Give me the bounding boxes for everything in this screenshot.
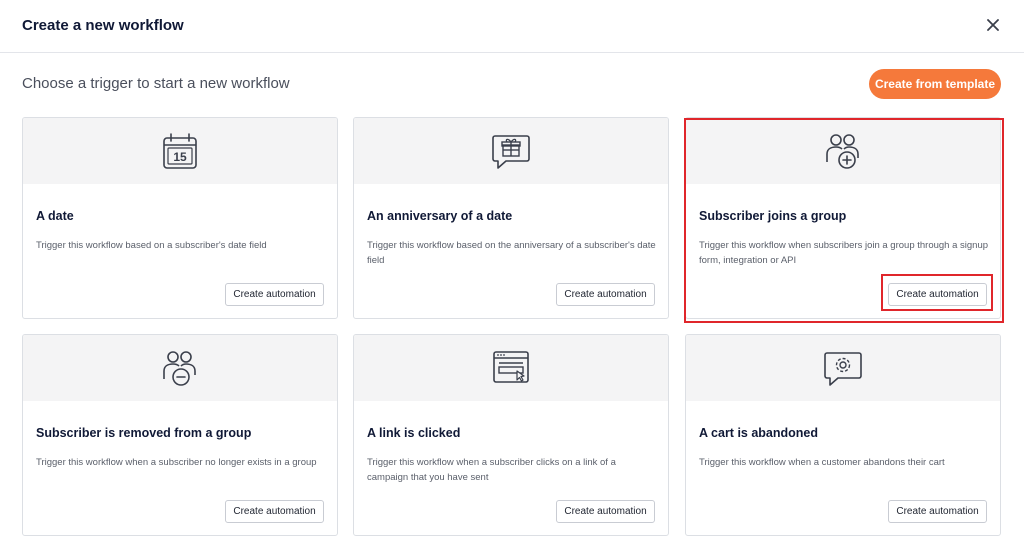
- card-title: A link is clicked: [367, 426, 461, 440]
- card-description: Trigger this workflow based on the anniv…: [367, 240, 656, 266]
- create-automation-button[interactable]: Create automation: [888, 283, 987, 306]
- users-remove-icon: [163, 351, 196, 386]
- card-icon-area: [686, 335, 1000, 401]
- card-description: Trigger this workflow when a subscriber …: [367, 457, 616, 483]
- page-subtitle: Choose a trigger to start a new workflow: [22, 75, 290, 92]
- card-icon-area: [354, 118, 668, 184]
- card-description: Trigger this workflow when a subscriber …: [36, 457, 317, 468]
- trigger-card-joins-group[interactable]: Subscriber joins a group Trigger this wo…: [685, 117, 1001, 319]
- card-title: Subscriber joins a group: [699, 209, 847, 223]
- card-description: Trigger this workflow when subscribers j…: [699, 240, 989, 266]
- create-automation-button[interactable]: Create automation: [888, 500, 987, 523]
- gift-message-icon: [492, 135, 530, 169]
- create-automation-button[interactable]: Create automation: [556, 500, 655, 523]
- create-automation-button[interactable]: Create automation: [225, 283, 324, 306]
- card-description: Trigger this workflow based on a subscri…: [36, 240, 267, 251]
- trigger-card-link-clicked[interactable]: A link is clicked Trigger this workflow …: [353, 334, 669, 536]
- card-title: A cart is abandoned: [699, 426, 819, 440]
- card-icon-area: [354, 335, 668, 401]
- card-title: Subscriber is removed from a group: [36, 426, 252, 440]
- gear-message-icon: [824, 352, 862, 386]
- trigger-card-date[interactable]: 15 A date Trigger this workflow based on…: [22, 117, 338, 319]
- card-icon-area: [23, 335, 337, 401]
- trigger-card-anniversary[interactable]: An anniversary of a date Trigger this wo…: [353, 117, 669, 319]
- card-title: An anniversary of a date: [367, 209, 513, 223]
- card-icon-area: 15: [23, 118, 337, 184]
- close-icon: [987, 19, 999, 31]
- create-automation-button[interactable]: Create automation: [556, 283, 655, 306]
- modal-header: Create a new workflow: [0, 0, 1024, 53]
- create-automation-button[interactable]: Create automation: [225, 500, 324, 523]
- modal-title: Create a new workflow: [22, 17, 184, 34]
- calendar-icon: 15: [163, 133, 197, 169]
- browser-click-icon: [493, 351, 529, 383]
- card-description: Trigger this workflow when a customer ab…: [699, 457, 945, 468]
- create-from-template-button[interactable]: Create from template: [869, 69, 1001, 99]
- close-button[interactable]: [982, 14, 1004, 36]
- card-icon-area: [686, 118, 1000, 184]
- trigger-card-removed-group[interactable]: Subscriber is removed from a group Trigg…: [22, 334, 338, 536]
- card-title: A date: [36, 209, 74, 223]
- trigger-card-cart-abandoned[interactable]: A cart is abandoned Trigger this workflo…: [685, 334, 1001, 536]
- users-add-icon: [826, 134, 859, 169]
- calendar-day-number: 15: [173, 150, 187, 164]
